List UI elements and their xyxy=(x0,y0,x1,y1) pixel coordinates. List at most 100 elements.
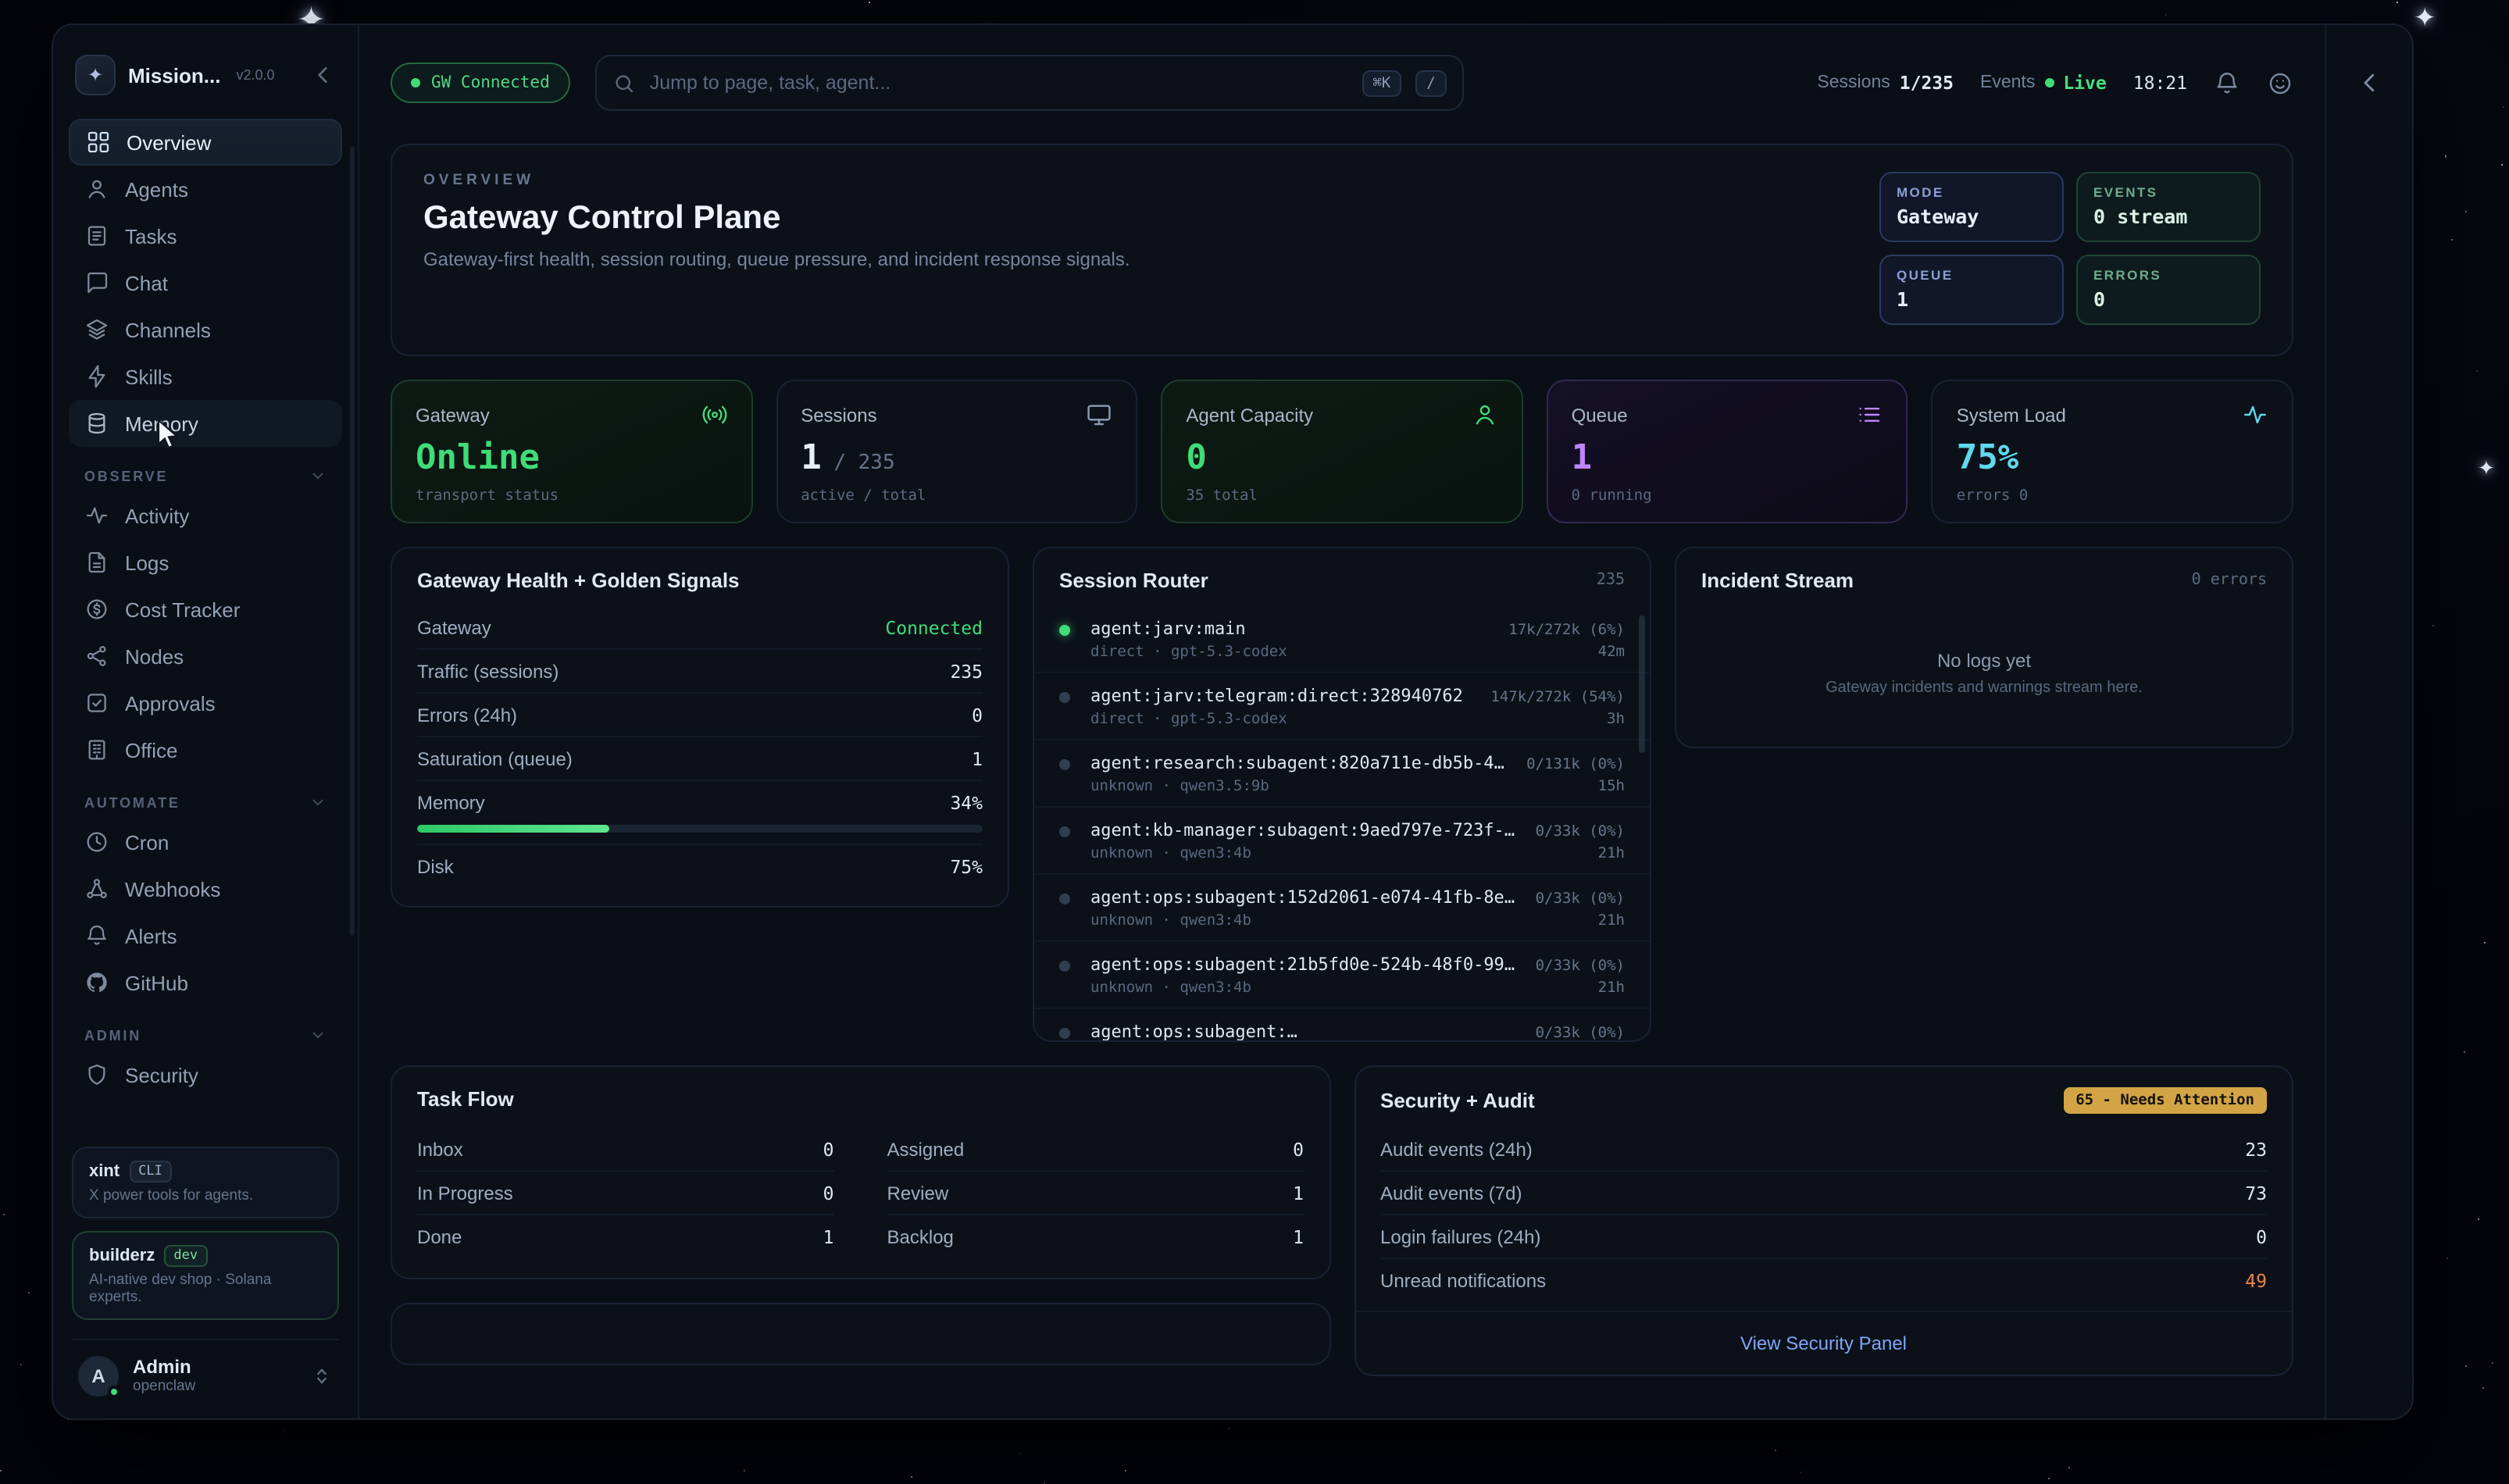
stat-title: Sessions xyxy=(801,404,876,426)
star xyxy=(284,1431,285,1432)
sidebar-item-label: Tasks xyxy=(125,224,177,248)
live-label: Live xyxy=(2063,72,2106,94)
sidebar-item-cost-tracker[interactable]: Cost Tracker xyxy=(69,586,342,633)
page-content: OVERVIEW Gateway Control Plane Gateway-f… xyxy=(359,141,2325,1418)
sidebar-section-automate[interactable]: AUTOMATE xyxy=(69,794,342,811)
sidebar-item-overview[interactable]: Overview xyxy=(69,119,342,166)
sidebar-item-alerts[interactable]: Alerts xyxy=(69,912,342,959)
stat-card-system-load[interactable]: System Load 75% errors 0 xyxy=(1932,380,2293,523)
stat-caption: 0 running xyxy=(1572,487,1883,505)
sidebar-item-label: Office xyxy=(125,738,177,762)
notifications-bell-icon[interactable] xyxy=(2214,70,2240,96)
sidebar-item-approvals[interactable]: Approvals xyxy=(69,680,342,726)
star xyxy=(869,1,870,2)
sidebar-item-webhooks[interactable]: Webhooks xyxy=(69,865,342,912)
chevrons-up-down-icon xyxy=(311,1365,333,1387)
clock-icon xyxy=(84,829,109,854)
user-menu[interactable]: A Admin openclaw xyxy=(72,1339,339,1400)
star xyxy=(4,1215,5,1216)
session-row[interactable]: agent:research:subagent:820a711e-db5b-4e… xyxy=(1034,739,1650,806)
sidebar-item-github[interactable]: GitHub xyxy=(69,959,342,1006)
bell-icon xyxy=(84,923,109,948)
session-idle-dot xyxy=(1059,894,1070,904)
session-row[interactable]: agent:kb-manager:subagent:9aed797e-723f-… xyxy=(1034,806,1650,873)
stat-caption: transport status xyxy=(416,487,727,505)
sidebar-item-logs[interactable]: Logs xyxy=(69,539,342,586)
star xyxy=(1018,1454,1019,1455)
panel-title: Session Router xyxy=(1059,569,1208,592)
chevron-down-icon xyxy=(309,467,327,484)
chip-label: EVENTS xyxy=(2093,184,2243,200)
grid-icon xyxy=(86,130,111,155)
star-sparkle xyxy=(2414,3,2436,34)
stat-value: 75% xyxy=(1957,439,2268,478)
sidebar-item-security[interactable]: Security xyxy=(69,1051,342,1098)
database-icon xyxy=(84,411,109,436)
sidebar-section-admin[interactable]: ADMIN xyxy=(69,1026,342,1043)
chip-value: 0 xyxy=(2093,287,2243,311)
sidebar-item-memory[interactable]: Memory xyxy=(69,400,342,447)
activity-icon xyxy=(84,503,109,528)
sidebar-item-label: Memory xyxy=(125,412,198,435)
sidebar-item-tasks[interactable]: Tasks xyxy=(69,212,342,259)
chip-label: MODE xyxy=(1897,184,2047,200)
chat-bubble-icon xyxy=(84,270,109,295)
session-row[interactable]: agent:jarv:telegram:direct:328940762147k… xyxy=(1034,672,1650,739)
star xyxy=(1125,1469,1126,1471)
star xyxy=(1774,1450,1776,1452)
stat-title: Gateway xyxy=(416,404,490,426)
sidebar-item-chat[interactable]: Chat xyxy=(69,259,342,306)
sidebar-item-office[interactable]: Office xyxy=(69,726,342,773)
help-smiley-icon[interactable] xyxy=(2267,70,2293,96)
stat-card-sessions[interactable]: Sessions 1 / 235 active / total xyxy=(776,380,1137,523)
sidebar-item-agents[interactable]: Agents xyxy=(69,166,342,212)
global-search[interactable]: ⌘K / xyxy=(595,55,1464,111)
sidebar-collapse-button[interactable] xyxy=(311,62,336,87)
section-label: ADMIN xyxy=(84,1027,141,1043)
collapse-panel-chevron-left-icon[interactable] xyxy=(2355,69,2383,97)
stat-value: 1 xyxy=(1572,439,1883,478)
session-row[interactable]: agent:ops:subagent:152d2061-e074-41fb-8e… xyxy=(1034,873,1650,940)
radio-broadcast-icon xyxy=(701,401,727,428)
promo-card-builderz[interactable]: builderz dev AI-native dev shop · Solana… xyxy=(72,1231,339,1320)
view-security-panel-link[interactable]: View Security Panel xyxy=(1740,1332,1907,1354)
star xyxy=(2464,210,2466,212)
sidebar-item-channels[interactable]: Channels xyxy=(69,306,342,353)
sidebar-item-cron[interactable]: Cron xyxy=(69,819,342,865)
stat-card-queue[interactable]: Queue 1 0 running xyxy=(1547,380,1908,523)
session-row[interactable]: agent:ops:subagent:21b5fd0e-524b-48f0-99… xyxy=(1034,940,1650,1008)
star-sparkle xyxy=(2478,456,2495,481)
stat-card-agent-capacity[interactable]: Agent Capacity 0 35 total xyxy=(1161,380,1522,523)
audit-row: Audit events (7d)73 xyxy=(1380,1170,2267,1214)
app-version: v2.0.0 xyxy=(236,67,274,83)
session-list[interactable]: agent:jarv:main17k/272k (6%) direct · gp… xyxy=(1034,606,1650,1040)
tasks-icon xyxy=(84,223,109,248)
session-row[interactable]: agent:jarv:main17k/272k (6%) direct · gp… xyxy=(1034,606,1650,672)
session-row[interactable]: agent:ops:subagent:…0/33k (0%) unknown ·… xyxy=(1034,1008,1650,1040)
sidebar-item-label: Webhooks xyxy=(125,877,220,901)
sidebar-item-skills[interactable]: Skills xyxy=(69,353,342,400)
user-icon xyxy=(1472,401,1498,428)
stat-caption: 35 total xyxy=(1186,487,1497,505)
promo-card-xint[interactable]: xint CLI X power tools for agents. xyxy=(72,1147,339,1218)
sidebar-section-observe[interactable]: OBSERVE xyxy=(69,467,342,484)
metric-row: Disk75% xyxy=(417,844,983,887)
gateway-status-badge[interactable]: GW Connected xyxy=(391,62,570,103)
stat-card-gateway[interactable]: Gateway Online transport status xyxy=(391,380,752,523)
queue-chip: QUEUE 1 xyxy=(1879,255,2064,325)
app-logo-icon xyxy=(75,55,116,95)
sidebar-item-activity[interactable]: Activity xyxy=(69,492,342,539)
metric-row: Saturation (queue)1 xyxy=(417,736,983,779)
metric-row: GatewayConnected xyxy=(417,606,983,648)
empty-state: No logs yet Gateway incidents and warnin… xyxy=(1676,606,2292,747)
online-status-dot xyxy=(108,1386,120,1398)
sidebar-item-nodes[interactable]: Nodes xyxy=(69,633,342,680)
main-area: GW Connected ⌘K / Sessions 1/235 Events xyxy=(359,25,2325,1418)
star xyxy=(910,1475,912,1477)
star xyxy=(1801,1472,1802,1473)
session-list-scrollbar[interactable] xyxy=(1639,615,1645,753)
chevron-down-icon xyxy=(309,794,327,811)
sidebar: Mission... v2.0.0 Overview Agents Tasks xyxy=(53,25,359,1418)
global-search-input[interactable] xyxy=(650,72,1348,94)
sidebar-scrollbar[interactable] xyxy=(350,147,355,936)
